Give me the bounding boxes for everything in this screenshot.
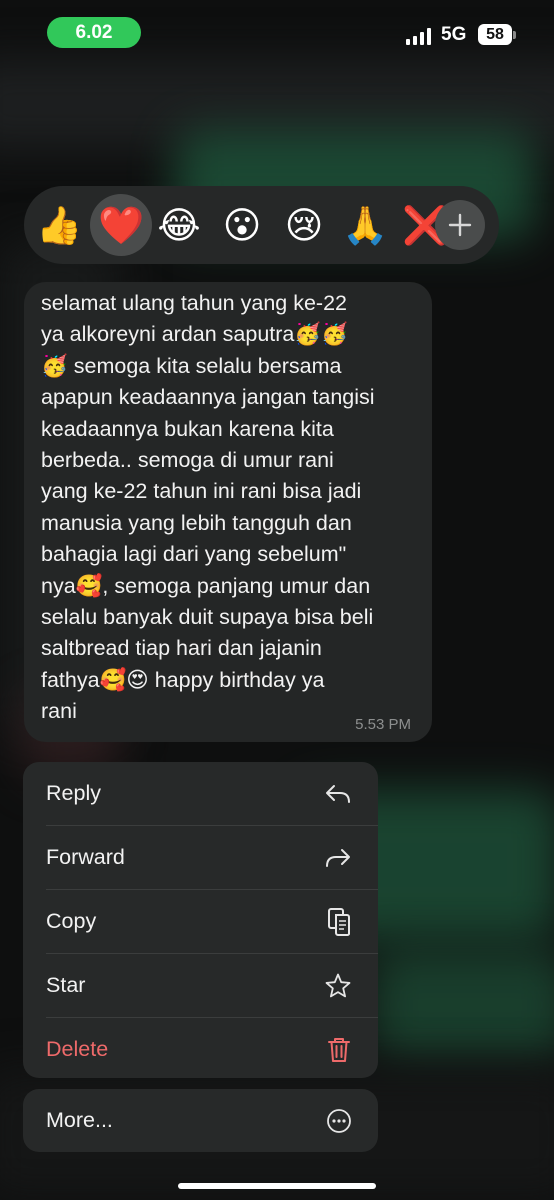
reaction-tears-of-joy[interactable]: 😂 [148,194,210,256]
message-text: selamat ulang tahun yang ke-22 ya alkore… [41,291,375,724]
delete-button[interactable]: Delete [23,1018,378,1078]
forward-icon [324,846,352,870]
reaction-surprised-face[interactable]: 😮 [211,194,273,256]
reply-label: Reply [46,781,101,805]
network-type: 5G [441,24,467,45]
reply-icon [324,782,352,806]
forward-label: Forward [46,845,125,869]
reaction-bar: 👍 ❤️ 😂 😮 😢 🙏 ❌ [24,186,499,264]
more-button[interactable]: More... [23,1089,378,1152]
message-bubble[interactable]: selamat ulang tahun yang ke-22 ya alkore… [24,282,432,742]
delete-label: Delete [46,1037,109,1061]
more-icon [326,1108,352,1134]
battery-icon: 58 [478,24,512,45]
forward-button[interactable]: Forward [23,826,378,889]
reaction-folded-hands[interactable]: 🙏 [334,194,396,256]
star-label: Star [46,973,86,997]
copy-button[interactable]: Copy [23,890,378,953]
star-button[interactable]: Star [23,954,378,1017]
status-time[interactable]: 6.02 [47,17,141,48]
copy-label: Copy [46,909,97,933]
more-label: More... [46,1108,113,1132]
plus-icon[interactable] [435,200,485,250]
home-indicator[interactable] [178,1183,376,1189]
message-timestamp: 5.53 PM [355,716,411,733]
copy-icon [326,907,352,937]
status-bar: 6.02 5G 58 [0,0,554,64]
reply-button[interactable]: Reply [23,762,378,825]
trash-icon [326,1036,352,1064]
star-icon [324,972,352,1000]
reaction-thumbs-up[interactable]: 👍 [28,194,90,256]
reaction-crying-face[interactable]: 😢 [273,194,335,256]
signal-icon [406,27,432,45]
context-menu: Reply Forward Copy Star Delete [23,762,378,1078]
reaction-red-heart[interactable]: ❤️ [90,194,152,256]
